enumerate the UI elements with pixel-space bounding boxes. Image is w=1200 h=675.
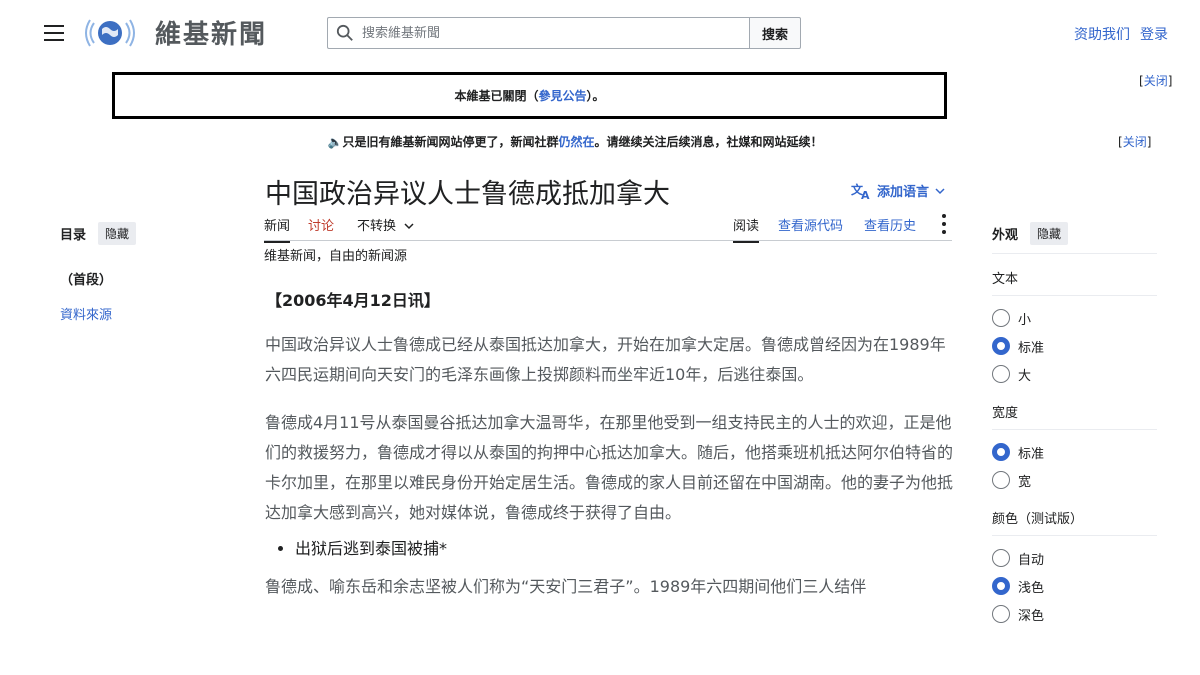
svg-text:A: A <box>861 189 870 200</box>
banner-link[interactable]: 仍然在 <box>558 135 594 149</box>
search-form: 搜索 <box>327 17 801 49</box>
radio-button-selected[interactable] <box>992 443 1010 461</box>
color-heading: 颜色（测试版） <box>992 508 1157 536</box>
radio-button-selected[interactable] <box>992 337 1010 355</box>
option-label: 大 <box>1018 368 1032 384</box>
tab-variant[interactable]: 不转换 <box>357 215 414 241</box>
site-header: 維基新聞 搜索 资助我们 登录 <box>0 0 1200 66</box>
width-options: 标准 宽 <box>992 430 1157 494</box>
page-tabs: 新闻 讨论 不转换 阅读 查看源代码 查看历史 <box>264 207 952 243</box>
appearance-hide-button[interactable]: 隐藏 <box>1030 222 1069 245</box>
text-size-options: 小 标准 大 <box>992 296 1157 388</box>
notice-text-end: ）。 <box>586 89 605 103</box>
page-title: 中国政治异议人士鲁德成抵加拿大 <box>265 179 670 210</box>
appearance-panel: 外观 隐藏 文本 小 标准 大 宽度 标准 宽 颜色（测试版） 自动 浅色 深色 <box>992 222 1157 628</box>
color-auto[interactable]: 自动 <box>992 544 1157 572</box>
paragraph: 中国政治异议人士鲁德成已经从泰国抵达加拿大，开始在加拿大定居。鲁德成曾经因为在1… <box>265 335 946 384</box>
notice-close: [关闭] <box>1139 74 1173 88</box>
search-input[interactable] <box>327 17 749 49</box>
tab-discussion[interactable]: 讨论 <box>308 215 334 241</box>
width-wide[interactable]: 宽 <box>992 466 1157 494</box>
notice-link[interactable]: 參見公告 <box>538 87 586 104</box>
radio-button[interactable] <box>992 471 1010 489</box>
text-size-small[interactable]: 小 <box>992 304 1157 332</box>
login-link[interactable]: 登录 <box>1140 24 1168 44</box>
donate-link[interactable]: 资助我们 <box>1074 24 1130 44</box>
color-light[interactable]: 浅色 <box>992 572 1157 600</box>
chevron-down-icon <box>935 187 945 194</box>
option-label: 小 <box>1018 312 1032 328</box>
tab-view-source[interactable]: 查看源代码 <box>778 215 843 241</box>
toc-item-top[interactable]: （首段） <box>60 269 240 288</box>
central-banner: 🔈只是旧有維基新闻网站停更了，新闻社群仍然在。请继续关注后续消息，社媒和网站延续… <box>0 133 1150 150</box>
search-icon <box>336 24 353 41</box>
main-menu-icon[interactable] <box>40 20 68 46</box>
notice-close-link[interactable]: 关闭 <box>1144 74 1168 88</box>
tab-view-history[interactable]: 查看历史 <box>864 215 916 241</box>
banner-close-link[interactable]: 关闭 <box>1123 135 1147 149</box>
paragraph: 鲁德成、喻东岳和余志坚被人们称为“天安门三君子”。1989年六四期间他们三人结伴 <box>265 577 867 596</box>
color-options: 自动 浅色 深色 <box>992 536 1157 628</box>
wikinews-logo-icon[interactable] <box>84 15 136 51</box>
option-label: 浅色 <box>1018 580 1045 596</box>
radio-button-selected[interactable] <box>992 577 1010 595</box>
banner-text-end: 。请继续关注后续消息，社媒和网站延续！ <box>594 135 823 149</box>
banner-close: [关闭] <box>1118 135 1152 149</box>
toc-title: 目录 <box>60 228 87 243</box>
option-label: 标准 <box>1018 446 1045 462</box>
text-size-large[interactable]: 大 <box>992 360 1157 388</box>
bullet-list: 出狱后逃到泰国被捕* <box>295 534 955 564</box>
user-links: 资助我们 登录 <box>1074 24 1168 44</box>
table-of-contents: 目录 隐藏 （首段） 資料來源 <box>60 222 240 323</box>
toc-hide-button[interactable]: 隐藏 <box>98 222 137 245</box>
notice-text: 本維基已關閉（ <box>454 89 539 103</box>
option-label: 自动 <box>1018 552 1045 568</box>
site-wordmark[interactable]: 維基新聞 <box>155 14 267 51</box>
more-options-icon[interactable] <box>940 212 948 236</box>
width-heading: 宽度 <box>992 402 1157 430</box>
search-button[interactable]: 搜索 <box>749 17 801 49</box>
text-size-heading: 文本 <box>992 268 1157 296</box>
site-tagline: 维基新闻，自由的新闻源 <box>264 249 408 264</box>
list-item: 出狱后逃到泰国被捕* <box>295 534 955 564</box>
option-label: 宽 <box>1018 474 1032 490</box>
tab-read[interactable]: 阅读 <box>733 215 760 243</box>
radio-button[interactable] <box>992 309 1010 327</box>
radio-button[interactable] <box>992 365 1010 383</box>
color-dark[interactable]: 深色 <box>992 600 1157 628</box>
banner-text: 🔈只是旧有維基新闻网站停更了，新闻社群 <box>327 135 559 149</box>
add-languages-button[interactable]: 文 A 添加语言 <box>851 181 945 200</box>
site-notice: 本維基已關閉（ 參見公告 ）。 <box>112 72 947 119</box>
option-label: 标准 <box>1018 340 1045 356</box>
radio-button[interactable] <box>992 549 1010 567</box>
chevron-down-icon <box>404 223 414 230</box>
appearance-title: 外观 <box>992 228 1019 243</box>
add-languages-label: 添加语言 <box>877 185 930 200</box>
tab-news[interactable]: 新闻 <box>264 215 291 243</box>
article-body: 中国政治异议人士鲁德成已经从泰国抵达加拿大，开始在加拿大定居。鲁德成曾经因为在1… <box>265 330 955 620</box>
toc-item-sources[interactable]: 資料來源 <box>60 308 112 323</box>
radio-button[interactable] <box>992 605 1010 623</box>
dateline: 【2006年4月12日讯】 <box>266 291 440 310</box>
width-standard[interactable]: 标准 <box>992 438 1157 466</box>
paragraph: 鲁德成4月11号从泰国曼谷抵达加拿大温哥华，在那里他受到一组支持民主的人士的欢迎… <box>265 413 954 522</box>
option-label: 深色 <box>1018 608 1045 624</box>
text-size-standard[interactable]: 标准 <box>992 332 1157 360</box>
variant-label: 不转换 <box>357 219 397 234</box>
language-icon: 文 A <box>851 182 870 200</box>
